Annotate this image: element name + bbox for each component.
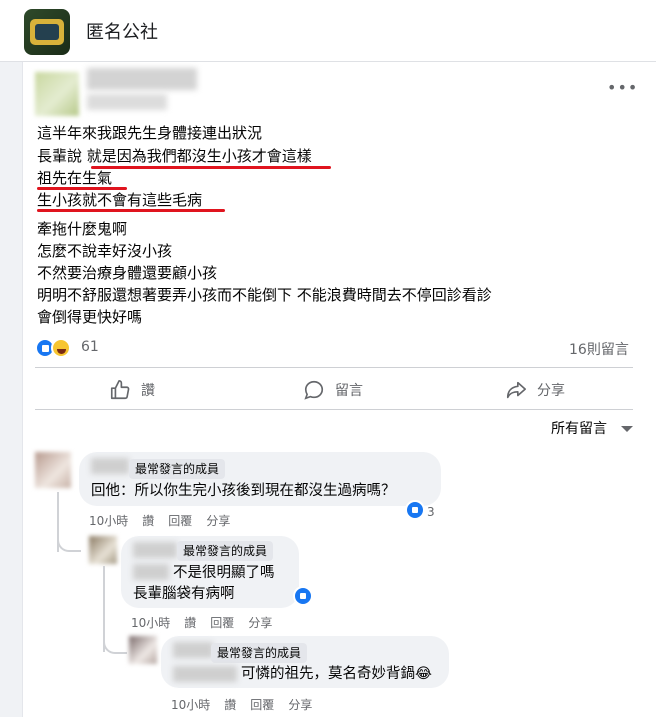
reply-text: 不是很明顯了嗎 — [173, 565, 275, 581]
caret-down-icon[interactable] — [621, 426, 633, 432]
nested-reply-text: 可憐的祖先，莫名奇妙背鍋😂 — [241, 666, 432, 682]
nested-reply-name-redacted[interactable] — [173, 642, 213, 658]
nested-reply-time[interactable]: 10小時 — [171, 696, 210, 713]
divider — [35, 367, 633, 368]
reply-text: 長輩腦袋有病啊 — [133, 586, 235, 602]
comment-sort-dropdown[interactable]: 所有留言 — [551, 418, 607, 438]
reply-name-redacted[interactable] — [133, 542, 177, 558]
haha-reaction-icon — [51, 338, 71, 358]
comment-count[interactable]: 16則留言 — [569, 339, 629, 359]
post-line: 生小孩就不會有這些毛病 — [37, 191, 203, 209]
nested-reply-avatar[interactable] — [129, 636, 157, 664]
share-arrow-icon — [506, 381, 526, 399]
comment-share-link[interactable]: 分享 — [206, 512, 230, 529]
top-contributor-badge: 最常發言的成員 — [129, 459, 226, 479]
author-name-redacted[interactable] — [87, 68, 197, 90]
more-options-icon[interactable]: ••• — [607, 80, 637, 96]
reply-reply-link[interactable]: 回覆 — [210, 614, 234, 631]
post-card: ••• 這半年來我跟先生身體接連出狀況 長輩說 就是因為我們都沒生小孩才會這樣 … — [22, 62, 656, 717]
top-contributor-badge: 最常發言的成員 — [177, 541, 274, 561]
comment-text: 回他：所以你生完小孩後到現在都沒生過病嗎？ — [91, 483, 396, 499]
red-underline — [91, 166, 331, 169]
share-label: 分享 — [537, 383, 565, 399]
post-line: 不然要治療身體還要顧小孩 — [37, 264, 218, 282]
group-header: 匿名公社 — [0, 0, 656, 62]
share-button[interactable]: 分享 — [505, 375, 565, 405]
comment-label: 留言 — [335, 383, 363, 399]
post-line: 明明不舒服還想著要弄小孩而不能倒下 不能浪費時間去不停回診看診 — [37, 286, 492, 304]
thread-connector — [103, 640, 127, 654]
reply-time[interactable]: 10小時 — [131, 614, 170, 631]
reply-meta: 10小時 讚 回覆 分享 — [131, 614, 272, 631]
nested-reply-like-link[interactable]: 讚 — [224, 696, 236, 713]
thread-connector — [57, 538, 81, 552]
mention-redacted[interactable] — [173, 666, 237, 682]
reply-avatar[interactable] — [89, 536, 117, 564]
post-line: 祖先在生氣 — [37, 169, 113, 187]
post-line: 怎麼不說幸好沒小孩 — [37, 242, 173, 260]
comment-button[interactable]: 留言 — [303, 375, 363, 405]
group-logo[interactable] — [24, 9, 70, 55]
comment-reply-link[interactable]: 回覆 — [168, 512, 192, 529]
red-underline — [37, 209, 225, 212]
comment-bubble-icon — [304, 380, 324, 400]
logo-window — [35, 24, 59, 40]
reaction-count[interactable]: 61 — [81, 339, 99, 355]
nested-reply-share-link[interactable]: 分享 — [288, 696, 312, 713]
post-line: 牽拖什麼鬼啊 — [37, 220, 128, 238]
reply-like-icon[interactable] — [293, 586, 313, 606]
nested-reply-meta: 10小時 讚 回覆 分享 — [171, 696, 312, 713]
comment-meta: 10小時 讚 回覆 分享 — [89, 512, 230, 529]
nested-reply-reply-link[interactable]: 回覆 — [250, 696, 274, 713]
group-name[interactable]: 匿名公社 — [86, 18, 158, 44]
author-avatar[interactable] — [35, 72, 79, 116]
thumbs-up-icon — [110, 380, 130, 400]
reaction-icons[interactable] — [35, 337, 79, 359]
reply-like-link[interactable]: 讚 — [184, 614, 196, 631]
comment-time[interactable]: 10小時 — [89, 512, 128, 529]
comment-like-link[interactable]: 讚 — [142, 512, 154, 529]
comment-like-icon[interactable] — [405, 500, 425, 520]
reply-share-link[interactable]: 分享 — [248, 614, 272, 631]
top-contributor-badge: 最常發言的成員 — [211, 643, 308, 663]
post-line: 長輩說 就是因為我們都沒生小孩才會這樣 — [37, 147, 312, 165]
post-line: 會倒得更快好嗎 — [37, 308, 143, 326]
divider — [35, 409, 633, 410]
commenter-avatar[interactable] — [35, 452, 71, 488]
like-label: 讚 — [141, 383, 155, 399]
comment-like-count: 3 — [427, 505, 435, 519]
commenter-name-redacted[interactable] — [91, 458, 129, 474]
mention-redacted[interactable] — [133, 564, 169, 580]
post-line: 這半年來我跟先生身體接連出狀況 — [37, 124, 263, 142]
post-meta-redacted — [87, 94, 167, 110]
like-button[interactable]: 讚 — [109, 375, 155, 405]
